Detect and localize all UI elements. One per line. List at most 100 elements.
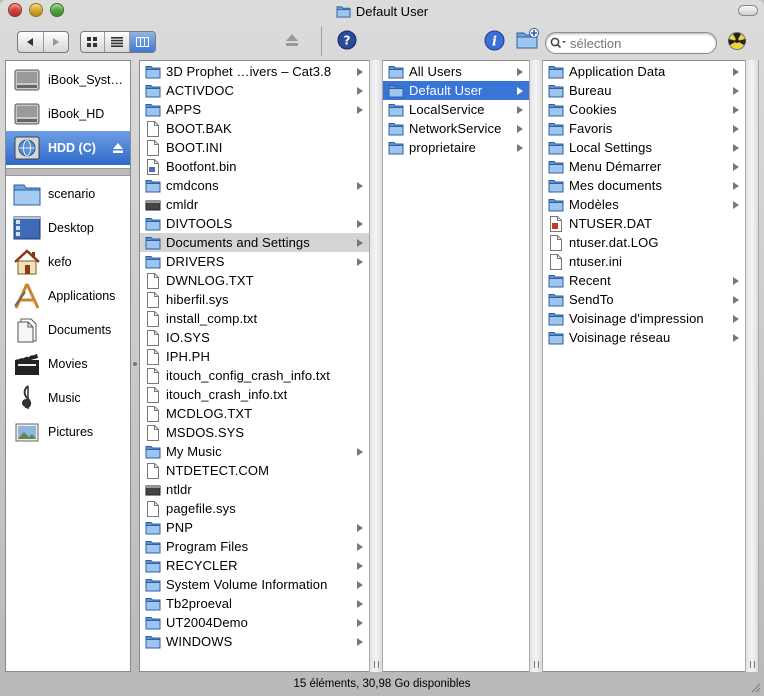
sidebar-item-scenario[interactable]: scenario (6, 177, 130, 211)
column-2[interactable]: All Users Default User LocalService Network… (383, 60, 529, 672)
disclosure-arrow-icon (357, 524, 363, 532)
folder-row[interactable]: Application Data (543, 62, 745, 81)
burn-icon[interactable] (727, 32, 747, 50)
file-row[interactable]: MSDOS.SYS (140, 423, 369, 442)
folder-row[interactable]: Program Files (140, 537, 369, 556)
disclosure-arrow-icon (733, 334, 739, 342)
folder-row[interactable]: WINDOWS (140, 632, 369, 651)
file-row[interactable]: DWNLOG.TXT (140, 271, 369, 290)
file-row[interactable]: cmldr (140, 195, 369, 214)
sidebar-item-ibook-system[interactable]: iBook_Syst… (6, 63, 130, 97)
file-row[interactable]: NTDETECT.COM (140, 461, 369, 480)
folder-row[interactable]: Bureau (543, 81, 745, 100)
sidebar-item-documents[interactable]: Documents (6, 313, 130, 347)
file-row[interactable]: Bootfont.bin (140, 157, 369, 176)
new-folder-icon[interactable] (516, 28, 540, 50)
list-view-button[interactable] (105, 32, 130, 52)
sidebar-item-desktop[interactable]: Desktop (6, 211, 130, 245)
sidebar-item-hdd-c[interactable]: HDD (C) (6, 131, 130, 165)
folder-row[interactable]: APPS (140, 100, 369, 119)
folder-row[interactable]: System Volume Information (140, 575, 369, 594)
title-bar[interactable]: Default User (0, 0, 764, 22)
file-row[interactable]: itouch_config_crash_info.txt (140, 366, 369, 385)
search-field[interactable] (545, 32, 717, 54)
folder-row[interactable]: Menu Démarrer (543, 157, 745, 176)
file-row[interactable]: NTUSER.DAT (543, 214, 745, 233)
folder-row[interactable]: LocalService (383, 100, 529, 119)
folder-row[interactable]: Voisinage réseau (543, 328, 745, 347)
minimize-button[interactable] (29, 3, 43, 17)
folder-row[interactable]: NetworkService (383, 119, 529, 138)
file-row[interactable]: BOOT.INI (140, 138, 369, 157)
file-row[interactable]: ntuser.dat.LOG (543, 233, 745, 252)
sidebar-item-ibook-hd[interactable]: iBook_HD (6, 97, 130, 131)
search-input[interactable] (570, 35, 710, 51)
file-row[interactable]: ntldr (140, 480, 369, 499)
item-name: ntuser.dat.LOG (569, 235, 659, 250)
icon-view-button[interactable] (81, 32, 106, 52)
column-1[interactable]: 3D Prophet …ivers – Cat3.8 ACTIVDOC APPS BO… (139, 60, 369, 672)
file-row[interactable]: pagefile.sys (140, 499, 369, 518)
status-text: 15 éléments, 30,98 Go disponibles (293, 678, 471, 690)
sidebar-item-label: kefo (48, 255, 72, 269)
file-row[interactable]: install_comp.txt (140, 309, 369, 328)
column-view-icon (135, 37, 149, 47)
item-name: ACTIVDOC (166, 83, 234, 98)
sidebar-item-movies[interactable]: Movies (6, 347, 130, 381)
sidebar-item-applications[interactable]: Applications (6, 279, 130, 313)
file-row[interactable]: BOOT.BAK (140, 119, 369, 138)
disclosure-arrow-icon (517, 87, 523, 95)
folder-row[interactable]: ACTIVDOC (140, 81, 369, 100)
folder-row[interactable]: Favoris (543, 119, 745, 138)
folder-row[interactable]: Documents and Settings (140, 233, 369, 252)
folder-row[interactable]: DRIVERS (140, 252, 369, 271)
file-row[interactable]: ntuser.ini (543, 252, 745, 271)
file-row[interactable]: IO.SYS (140, 328, 369, 347)
folder-icon (548, 293, 564, 306)
folder-row[interactable]: cmdcons (140, 176, 369, 195)
folder-row[interactable]: SendTo (543, 290, 745, 309)
file-row[interactable]: hiberfil.sys (140, 290, 369, 309)
resize-grip-icon[interactable] (749, 681, 761, 693)
sidebar-resize-handle[interactable] (131, 360, 139, 368)
folder-row[interactable]: DIVTOOLS (140, 214, 369, 233)
eject-icon[interactable] (112, 142, 124, 154)
folder-row[interactable]: Cookies (543, 100, 745, 119)
folder-row[interactable]: Tb2proeval (140, 594, 369, 613)
folder-row[interactable]: UT2004Demo (140, 613, 369, 632)
folder-row[interactable]: Mes documents (543, 176, 745, 195)
folder-icon (388, 141, 404, 154)
file-row[interactable]: MCDLOG.TXT (140, 404, 369, 423)
sidebar-item-home[interactable]: kefo (6, 245, 130, 279)
eject-icon[interactable] (284, 33, 300, 47)
column-resize-handle[interactable] (529, 60, 543, 672)
folder-row[interactable]: proprietaire (383, 138, 529, 157)
close-button[interactable] (8, 3, 22, 17)
zoom-button[interactable] (50, 3, 64, 17)
column-resize-handle[interactable] (745, 60, 759, 672)
folder-row[interactable]: Recent (543, 271, 745, 290)
folder-row[interactable]: Voisinage d'impression (543, 309, 745, 328)
column-resize-handle[interactable] (369, 60, 383, 672)
file-row[interactable]: itouch_crash_info.txt (140, 385, 369, 404)
back-button[interactable] (18, 32, 44, 52)
folder-row[interactable]: PNP (140, 518, 369, 537)
sidebar-item-music[interactable]: Music (6, 381, 130, 415)
folder-row[interactable]: All Users (383, 62, 529, 81)
column-3[interactable]: Application Data Bureau Cookies Favoris Loca… (543, 60, 745, 672)
folder-row[interactable]: Modèles (543, 195, 745, 214)
column-view-button[interactable] (129, 32, 155, 52)
folder-row[interactable]: Default User (383, 81, 529, 100)
file-row[interactable]: IPH.PH (140, 347, 369, 366)
sidebar-item-pictures[interactable]: Pictures (6, 415, 130, 449)
folder-row[interactable]: My Music (140, 442, 369, 461)
forward-button[interactable] (44, 32, 69, 52)
toolbar-toggle-button[interactable] (738, 5, 758, 16)
folder-row[interactable]: Local Settings (543, 138, 745, 157)
disclosure-arrow-icon (357, 619, 363, 627)
info-icon[interactable]: i (484, 30, 505, 51)
help-icon[interactable]: ? (337, 30, 357, 50)
item-name: Documents and Settings (166, 235, 310, 250)
folder-row[interactable]: RECYCLER (140, 556, 369, 575)
folder-row[interactable]: 3D Prophet …ivers – Cat3.8 (140, 62, 369, 81)
